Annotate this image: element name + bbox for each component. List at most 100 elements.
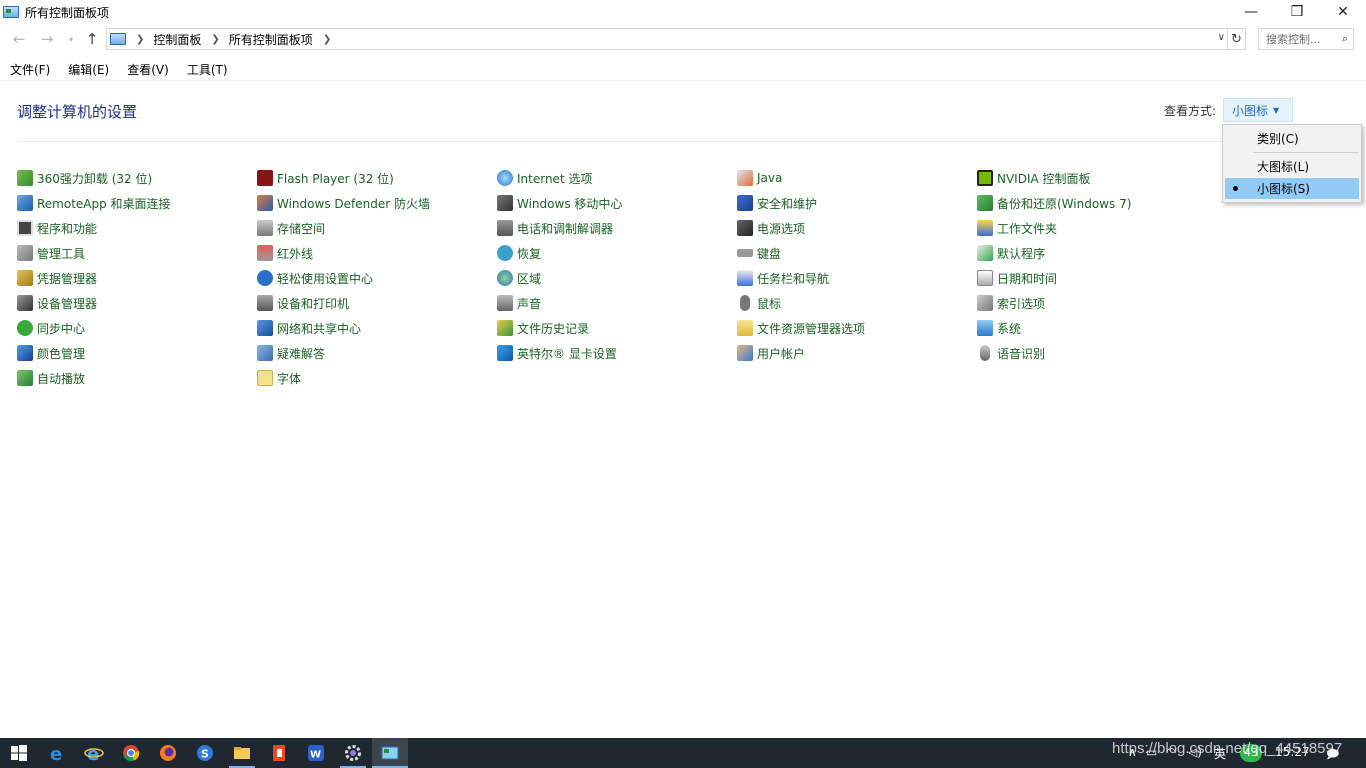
selected-bullet-icon <box>1233 186 1238 191</box>
control-panel-item-label: 文件资源管理器选项 <box>757 321 866 336</box>
control-panel-item[interactable]: 程序和功能 <box>17 218 97 238</box>
control-panel-item[interactable]: 同步中心 <box>17 318 85 338</box>
flash-icon <box>257 170 273 186</box>
menu-edit[interactable]: 编辑(E) <box>58 61 117 78</box>
control-panel-item[interactable]: 工作文件夹 <box>977 218 1057 238</box>
firefox-icon[interactable] <box>158 743 178 763</box>
device-manager-icon <box>17 295 33 311</box>
chevron-right-icon[interactable]: ❯ <box>211 34 219 45</box>
control-panel-item[interactable]: 文件资源管理器选项 <box>737 318 865 338</box>
chevron-right-icon[interactable]: ❯ <box>323 34 331 45</box>
svg-text:S: S <box>201 748 209 761</box>
control-panel-item[interactable]: 电话和调制解调器 <box>497 218 613 238</box>
control-panel-item[interactable]: 声音 <box>497 293 541 313</box>
menu-file[interactable]: 文件(F) <box>0 61 58 78</box>
control-panel-item-label: 电源选项 <box>757 221 806 236</box>
control-panel-item-label: Windows Defender 防火墙 <box>277 196 430 211</box>
control-panel-item[interactable]: 电源选项 <box>737 218 805 238</box>
control-panel-item[interactable]: 键盘 <box>737 243 781 263</box>
control-panel-item[interactable]: 索引选项 <box>977 293 1045 313</box>
sogou-browser-icon[interactable]: S <box>195 743 215 763</box>
control-panel-item-label: 网络和共享中心 <box>277 321 362 336</box>
control-panel-item[interactable]: NVIDIA 控制面板 <box>977 168 1091 188</box>
back-arrow-icon[interactable]: ← <box>10 30 28 48</box>
control-panel-item[interactable]: 轻松使用设置中心 <box>257 268 373 288</box>
view-option-label: 小图标(S) <box>1257 182 1310 196</box>
view-option-label: 大图标(L) <box>1257 160 1310 174</box>
control-panel-item[interactable]: 系统 <box>977 318 1021 338</box>
control-panel-item[interactable]: 360强力卸载 (32 位) <box>17 168 152 188</box>
control-panel-item-label: 管理工具 <box>37 246 86 261</box>
windows-start-icon[interactable] <box>9 743 29 763</box>
control-panel-item[interactable]: 字体 <box>257 368 301 388</box>
control-panel-item[interactable]: 凭据管理器 <box>17 268 97 288</box>
security-flag-icon <box>737 195 753 211</box>
control-panel-item-label: Flash Player (32 位) <box>277 171 394 186</box>
control-panel-item[interactable]: 默认程序 <box>977 243 1045 263</box>
control-panel-item[interactable]: 英特尔® 显卡设置 <box>497 343 617 363</box>
control-panel-item[interactable]: 设备和打印机 <box>257 293 349 313</box>
breadcrumb-all-items[interactable]: 所有控制面板项 <box>229 31 313 48</box>
control-panel-item-label: RemoteApp 和桌面连接 <box>37 196 171 211</box>
refresh-icon[interactable]: ↻ <box>1228 28 1246 50</box>
control-panel-item[interactable]: 日期和时间 <box>977 268 1057 288</box>
control-panel-icon[interactable] <box>380 743 400 763</box>
control-panel-item[interactable]: Java <box>737 168 782 188</box>
internet-explorer-icon[interactable]: e <box>84 743 104 763</box>
control-panel-item[interactable]: 设备管理器 <box>17 293 97 313</box>
control-panel-item[interactable]: 任务栏和导航 <box>737 268 829 288</box>
control-panel-item[interactable]: RemoteApp 和桌面连接 <box>17 193 171 213</box>
caret-down-icon: ▼ <box>1273 105 1280 115</box>
chevron-right-icon[interactable]: ❯ <box>136 34 144 45</box>
control-panel-item[interactable]: 文件历史记录 <box>497 318 589 338</box>
settings-gear-icon[interactable] <box>343 743 363 763</box>
control-panel-item[interactable]: 红外线 <box>257 243 313 263</box>
control-panel-item[interactable]: 自动播放 <box>17 368 85 388</box>
control-panel-item[interactable]: 管理工具 <box>17 243 85 263</box>
view-option-category[interactable]: 类别(C) <box>1225 128 1359 149</box>
minimize-button[interactable]: — <box>1228 0 1274 24</box>
wps-writer-icon[interactable]: W <box>306 743 326 763</box>
office-icon[interactable] <box>269 743 289 763</box>
search-placeholder: 搜索控制... <box>1266 33 1321 46</box>
view-option-small-icons[interactable]: 小图标(S) <box>1225 178 1359 199</box>
control-panel-item[interactable]: 网络和共享中心 <box>257 318 361 338</box>
control-panel-item[interactable]: Internet 选项 <box>497 168 592 188</box>
view-option-large-icons[interactable]: 大图标(L) <box>1225 156 1359 177</box>
control-panel-item[interactable]: 存储空间 <box>257 218 325 238</box>
recent-locations-chevron-icon[interactable]: ▾ <box>62 30 80 48</box>
search-icon[interactable]: ⌕ <box>1342 32 1348 46</box>
edge-icon[interactable]: e <box>47 743 67 763</box>
control-panel-item-label: 安全和维护 <box>757 196 818 211</box>
control-panel-item[interactable]: 备份和还原(Windows 7) <box>977 193 1131 213</box>
control-panel-item[interactable]: 恢复 <box>497 243 541 263</box>
address-bar[interactable]: ❯ 控制面板 ❯ 所有控制面板项 ❯ ∨ <box>106 28 1228 50</box>
system-icon <box>977 320 993 336</box>
restore-button[interactable]: ❒ <box>1274 0 1320 24</box>
control-panel-item[interactable]: Windows Defender 防火墙 <box>257 193 430 213</box>
menu-tools[interactable]: 工具(T) <box>177 61 236 78</box>
control-panel-item[interactable]: 区域 <box>497 268 541 288</box>
control-panel-item[interactable]: 鼠标 <box>737 293 781 313</box>
control-panel-item[interactable]: Windows 移动中心 <box>497 193 622 213</box>
up-arrow-icon[interactable]: ↑ <box>83 30 101 48</box>
control-panel-item[interactable]: 疑难解答 <box>257 343 325 363</box>
control-panel-item[interactable]: Flash Player (32 位) <box>257 168 394 188</box>
control-panel-item[interactable]: 语音识别 <box>977 343 1045 363</box>
view-by-dropdown[interactable]: 小图标 ▼ <box>1223 98 1293 122</box>
breadcrumb-control-panel[interactable]: 控制面板 <box>153 31 201 48</box>
control-panel-item-label: 同步中心 <box>37 321 86 336</box>
chevron-down-icon[interactable]: ∨ <box>1218 32 1225 43</box>
menu-view[interactable]: 查看(V) <box>117 61 177 78</box>
control-panel-item[interactable]: 颜色管理 <box>17 343 85 363</box>
forward-arrow-icon[interactable]: → <box>38 30 56 48</box>
chrome-icon[interactable] <box>121 743 141 763</box>
file-explorer-icon[interactable] <box>232 743 252 763</box>
navigation-bar: ← → ▾ ↑ ❯ 控制面板 ❯ 所有控制面板项 ❯ ∨ ↻ 搜索控制... ⌕ <box>0 24 1366 54</box>
control-panel-item[interactable]: 安全和维护 <box>737 193 817 213</box>
close-button[interactable]: ✕ <box>1320 0 1366 24</box>
watermark-text: https://blog.csdn.net/qq_44518597 <box>1112 740 1343 757</box>
control-panel-item[interactable]: 用户帐户 <box>737 343 805 363</box>
search-input[interactable]: 搜索控制... ⌕ <box>1258 28 1354 50</box>
control-panel-item-label: 用户帐户 <box>757 346 806 361</box>
